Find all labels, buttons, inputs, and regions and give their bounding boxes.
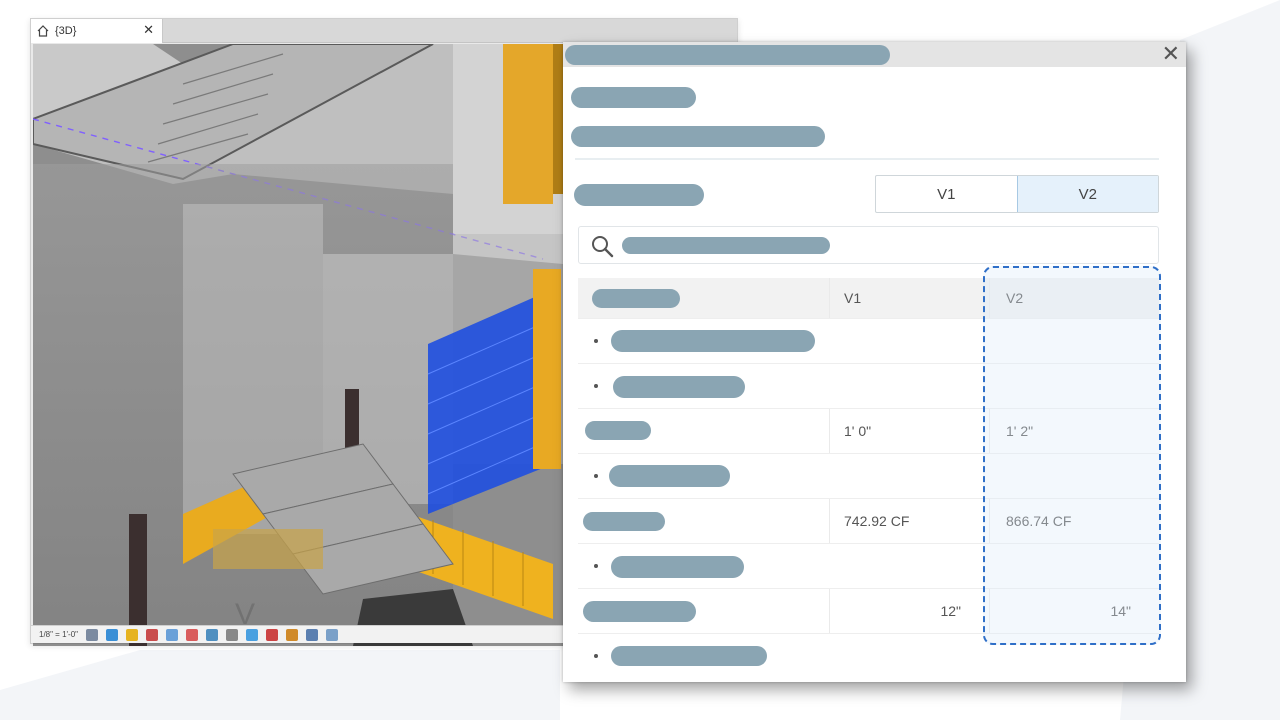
section-divider	[575, 158, 1159, 160]
analysis-icon[interactable]	[286, 628, 299, 641]
table-row[interactable]: 1' 0" 1' 2"	[578, 408, 1159, 453]
table-row[interactable]: 742.92 CF 866.74 CF	[578, 498, 1159, 543]
close-icon[interactable]: ✕	[1162, 42, 1180, 66]
sun-path-icon[interactable]	[126, 628, 139, 641]
version-v1-button[interactable]: V1	[876, 176, 1017, 212]
panel-title-bar: ✕	[563, 42, 1186, 67]
render-icon[interactable]	[166, 628, 179, 641]
v2-column-header: V2	[989, 278, 1159, 318]
v1-column-header: V1	[829, 278, 989, 318]
expand-bullet-icon[interactable]	[594, 384, 598, 388]
v2-value-cell: 1' 2"	[989, 409, 1159, 453]
reveal-hidden-icon[interactable]	[266, 628, 279, 641]
v2-value-cell: 866.74 CF	[989, 499, 1159, 543]
version-toggle[interactable]: V1 V2	[875, 175, 1159, 213]
group-label-placeholder	[609, 465, 730, 487]
table-row[interactable]	[578, 318, 1159, 363]
expand-bullet-icon[interactable]	[594, 339, 598, 343]
table-row[interactable]	[578, 363, 1159, 408]
property-label-placeholder	[583, 601, 696, 622]
table-header-row: V1 V2	[578, 278, 1159, 318]
temporary-hide-icon[interactable]	[246, 628, 259, 641]
visual-style-icon[interactable]	[106, 628, 119, 641]
property-label-placeholder	[583, 512, 665, 531]
expand-bullet-icon[interactable]	[594, 474, 598, 478]
search-placeholder	[622, 237, 830, 254]
v1-value-cell: 12"	[829, 589, 989, 633]
view-tab-bar: {3D} ✕	[31, 19, 737, 43]
tab-label: {3D}	[55, 25, 77, 37]
show-crop-icon[interactable]	[206, 628, 219, 641]
tab-3d-view[interactable]: {3D} ✕	[31, 19, 163, 43]
group-label-placeholder	[611, 556, 744, 578]
v1-value-cell: 742.92 CF	[829, 499, 989, 543]
table-row[interactable]	[578, 543, 1159, 588]
version-compare-panel: ✕ V1 V2 V1 V2 1' 0" 1' 2" 742.92 CF 866.…	[563, 42, 1186, 682]
crop-view-icon[interactable]	[186, 628, 199, 641]
group-label-placeholder	[611, 330, 815, 352]
property-column-header	[578, 278, 828, 318]
expand-bullet-icon[interactable]	[594, 654, 598, 658]
column-header-placeholder	[592, 289, 680, 308]
v2-value-cell: 14"	[989, 589, 1159, 633]
constraints-icon[interactable]	[326, 628, 339, 641]
panel-title-placeholder	[565, 45, 890, 65]
detail-level-icon[interactable]	[86, 628, 99, 641]
close-icon[interactable]: ✕	[143, 22, 154, 38]
v1-value-cell: 1' 0"	[829, 409, 989, 453]
heading-placeholder	[571, 87, 696, 108]
group-label-placeholder	[613, 376, 745, 398]
property-label-placeholder	[585, 421, 651, 440]
table-row[interactable]	[578, 633, 1159, 678]
subheading-placeholder	[571, 126, 825, 147]
highlight-icon[interactable]	[306, 628, 319, 641]
version-v2-button[interactable]: V2	[1016, 176, 1158, 212]
shadows-icon[interactable]	[146, 628, 159, 641]
search-icon	[592, 236, 614, 258]
table-row[interactable]: 12" 14"	[578, 588, 1159, 633]
house-icon	[37, 25, 49, 37]
scale-label[interactable]: 1/8" = 1'-0"	[39, 630, 78, 639]
version-label-placeholder	[574, 184, 704, 206]
comparison-table: V1 V2 1' 0" 1' 2" 742.92 CF 866.74 CF 12…	[578, 278, 1159, 678]
table-row[interactable]	[578, 453, 1159, 498]
unlock-view-icon[interactable]	[226, 628, 239, 641]
group-label-placeholder	[611, 646, 767, 666]
search-input[interactable]	[578, 226, 1159, 264]
expand-bullet-icon[interactable]	[594, 564, 598, 568]
